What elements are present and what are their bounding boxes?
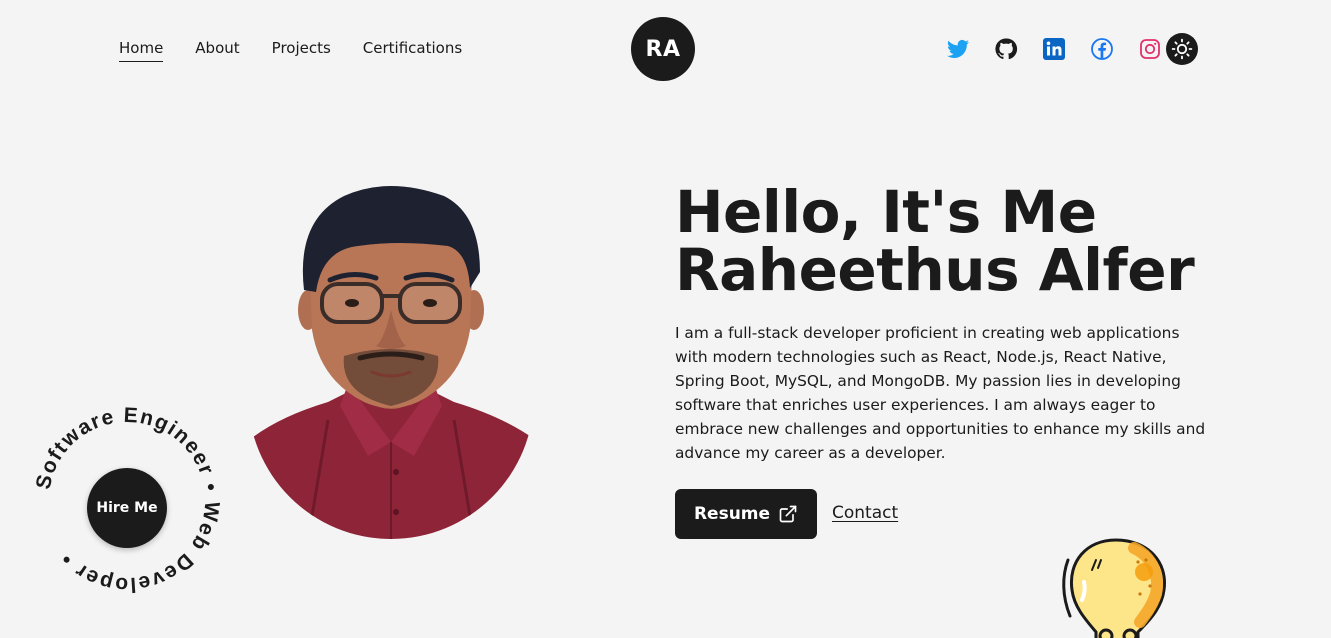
github-icon <box>995 38 1018 60</box>
nav-home[interactable]: Home <box>119 38 164 62</box>
linkedin-icon <box>1043 38 1065 60</box>
profile-photo <box>248 186 534 539</box>
nav-about[interactable]: About <box>195 38 239 60</box>
github-link[interactable] <box>992 35 1020 63</box>
headline-name: Raheethus Alfer <box>675 236 1195 304</box>
resume-button[interactable]: Resume <box>675 489 817 539</box>
facebook-icon <box>1091 38 1113 60</box>
twitter-icon <box>947 39 969 58</box>
site-logo[interactable]: RA <box>631 17 695 81</box>
social-links <box>944 33 1198 65</box>
contact-link[interactable]: Contact <box>832 503 898 523</box>
lightbulb-illustration <box>1062 538 1166 638</box>
resume-label: Resume <box>693 504 771 524</box>
theme-toggle-button[interactable] <box>1166 33 1198 65</box>
instagram-link[interactable] <box>1136 35 1164 63</box>
facebook-link[interactable] <box>1088 35 1116 63</box>
hire-me-button[interactable]: Hire Me <box>87 468 167 548</box>
hero-bio: I am a full-stack developer proficient i… <box>675 324 1206 462</box>
twitter-link[interactable] <box>944 35 972 63</box>
nav-certifications[interactable]: Certifications <box>363 38 462 60</box>
main-nav: Home About Projects Certifications <box>119 38 494 62</box>
nav-projects[interactable]: Projects <box>272 38 331 60</box>
external-link-icon <box>779 505 797 523</box>
sun-icon <box>1171 38 1193 60</box>
hero-headline: Hello, It's Me Raheethus Alfer <box>675 183 1195 299</box>
instagram-icon <box>1140 39 1160 59</box>
linkedin-link[interactable] <box>1040 35 1068 63</box>
